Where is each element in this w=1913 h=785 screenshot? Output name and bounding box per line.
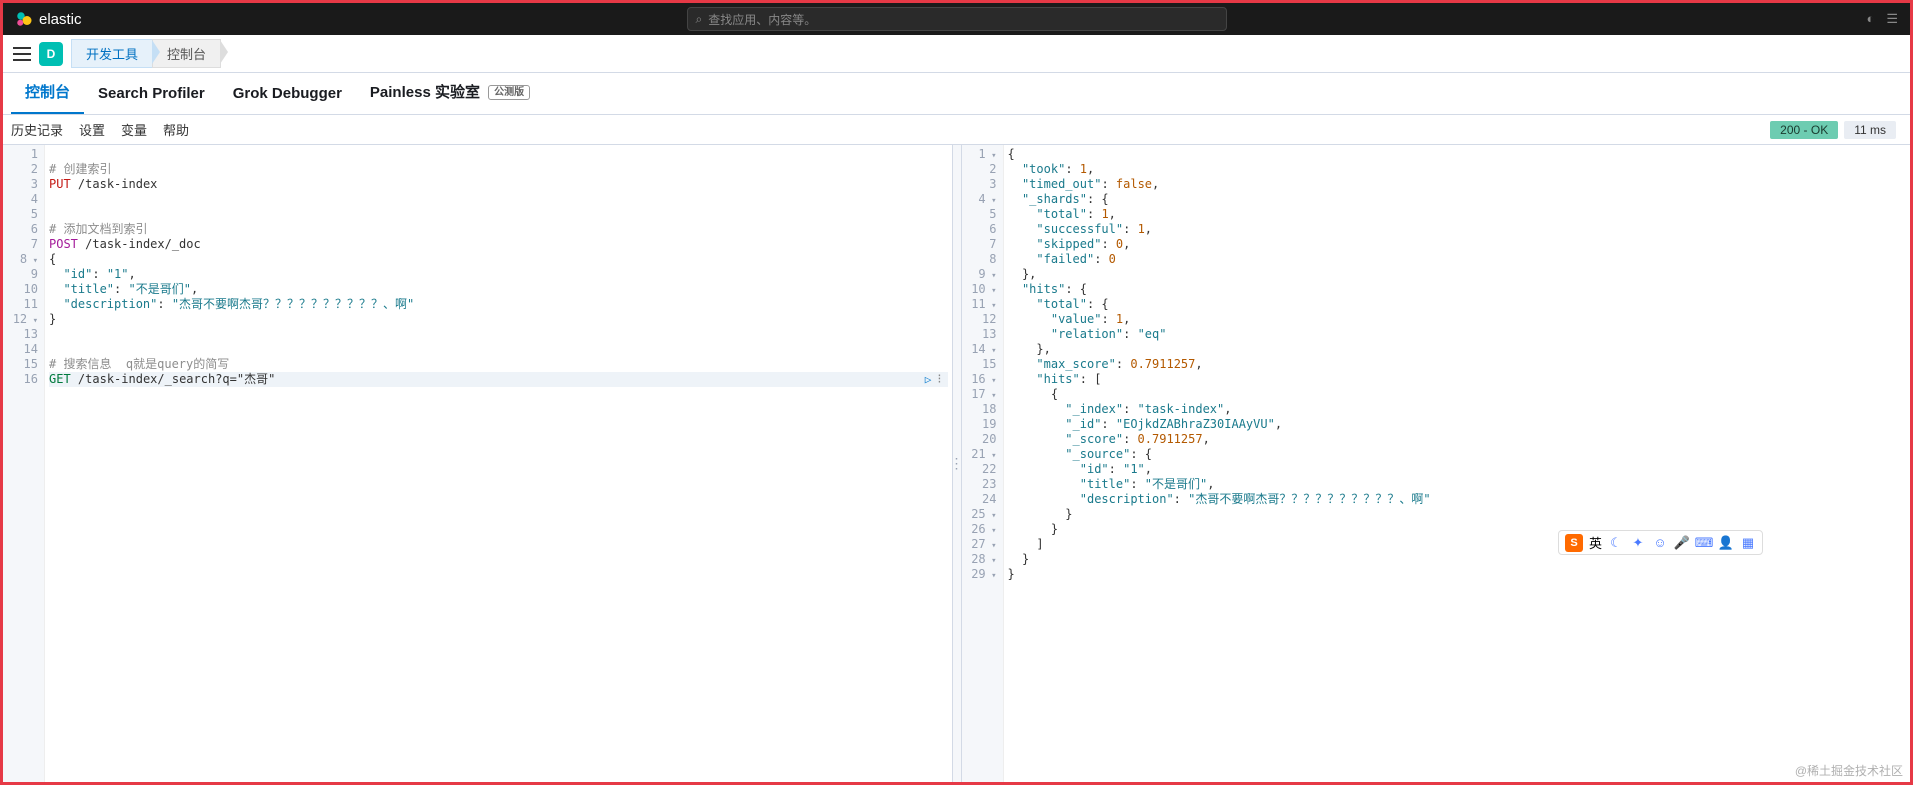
hamburger-icon[interactable]	[13, 47, 31, 61]
status-badge: 200 - OK	[1770, 121, 1838, 139]
breadcrumb-devtools[interactable]: 开发工具	[71, 39, 153, 68]
watermark: @稀土掘金技术社区	[1795, 762, 1903, 779]
moon-icon[interactable]: ☾	[1608, 535, 1624, 551]
settings-link[interactable]: 设置	[79, 120, 105, 139]
history-link[interactable]: 历史记录	[11, 120, 63, 139]
console-toolbar: 历史记录 设置 变量 帮助 200 - OK 11 ms	[3, 115, 1910, 145]
global-search[interactable]: ⌕ 查找应用、内容等。	[687, 7, 1227, 31]
split-handle[interactable]	[952, 145, 962, 782]
editor-split: 12345678910111213141516 # 创建索引PUT /task-…	[3, 145, 1910, 782]
nav-row: D 开发工具 控制台	[3, 35, 1910, 73]
search-placeholder: 查找应用、内容等。	[708, 11, 816, 28]
user-icon[interactable]: ☰	[1886, 11, 1898, 27]
help-link[interactable]: 帮助	[163, 120, 189, 139]
keyboard-icon[interactable]: ⌨	[1696, 535, 1712, 551]
response-viewer: { "took": 1, "timed_out": false, "_shard…	[1004, 145, 1911, 782]
request-pane[interactable]: 12345678910111213141516 # 创建索引PUT /task-…	[3, 145, 952, 782]
run-request-icon[interactable]: ▷	[925, 372, 932, 387]
tab-search-profiler[interactable]: Search Profiler	[84, 75, 219, 114]
tab-grok-debugger[interactable]: Grok Debugger	[219, 75, 356, 114]
tab-painless-label: Painless 实验室	[370, 84, 480, 101]
tab-console[interactable]: 控制台	[11, 71, 84, 114]
breadcrumb: 开发工具 控制台	[71, 39, 221, 68]
request-options-icon[interactable]: ⁝	[937, 372, 941, 387]
ime-toolbar[interactable]: S 英 ☾ ✦ ☺ 🎤 ⌨ 👤 ▦	[1558, 530, 1763, 555]
mic-icon[interactable]: 🎤	[1674, 535, 1690, 551]
space-selector[interactable]: D	[39, 42, 63, 66]
sogou-icon: S	[1565, 534, 1583, 552]
tabs-row: 控制台 Search Profiler Grok Debugger Painle…	[3, 73, 1910, 115]
request-editor[interactable]: # 创建索引PUT /task-index# 添加文档到索引POST /task…	[45, 145, 952, 782]
smile-icon[interactable]: ☺	[1652, 535, 1668, 551]
response-time: 11 ms	[1844, 121, 1896, 139]
tab-painless-lab[interactable]: Painless 实验室 公测版	[356, 71, 544, 114]
search-icon: ⌕	[696, 12, 703, 27]
topbar: elastic ⌕ 查找应用、内容等。 ◐ ☰	[3, 3, 1910, 35]
sparkle-icon[interactable]: ✦	[1630, 535, 1646, 551]
grid-icon[interactable]: ▦	[1740, 535, 1756, 551]
response-gutter: 1234567891011121314151617181920212223242…	[962, 145, 1004, 782]
person-icon[interactable]: 👤	[1718, 535, 1734, 551]
beta-badge: 公测版	[488, 85, 530, 100]
breadcrumb-console[interactable]: 控制台	[152, 39, 221, 68]
request-gutter: 12345678910111213141516	[3, 145, 45, 782]
help-icon[interactable]: ◐	[1866, 11, 1874, 27]
variables-link[interactable]: 变量	[121, 120, 147, 139]
elastic-logo-icon	[15, 10, 33, 28]
brand-text: elastic	[39, 11, 82, 28]
ime-lang[interactable]: 英	[1589, 533, 1602, 552]
elastic-logo[interactable]: elastic	[15, 10, 82, 28]
response-pane: 1234567891011121314151617181920212223242…	[962, 145, 1911, 782]
